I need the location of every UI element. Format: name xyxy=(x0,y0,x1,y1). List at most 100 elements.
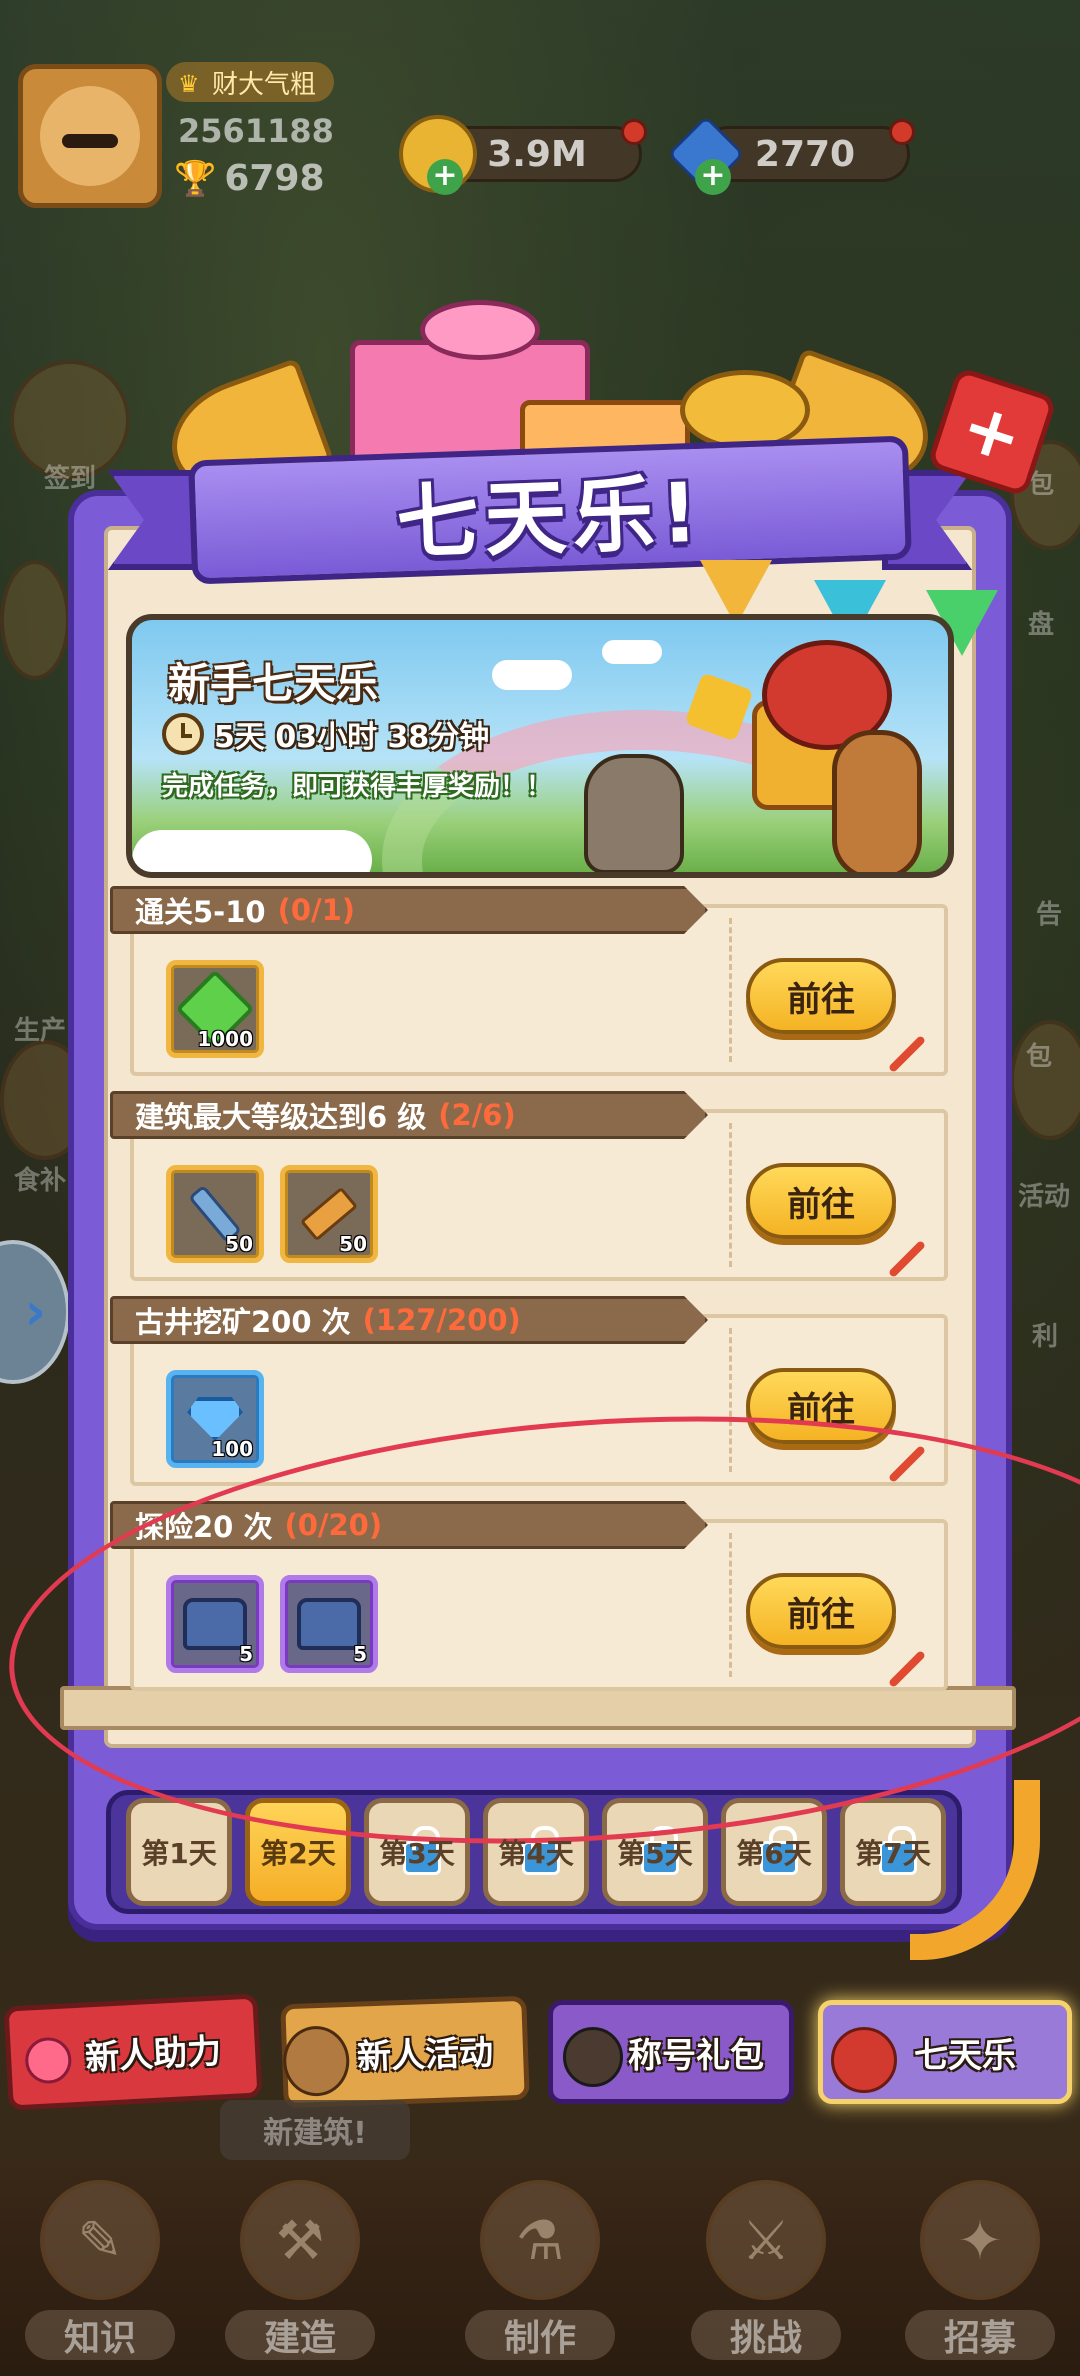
promo-label: 称号礼包 xyxy=(628,2035,764,2076)
go-button[interactable]: 前往 xyxy=(746,1163,896,1239)
side-label-produce: 生产 xyxy=(14,1016,67,1046)
promo-label: 新人活动 xyxy=(356,2032,494,2078)
nav-label: 知识 xyxy=(25,2310,175,2360)
gold-amount: 3.9M xyxy=(487,133,587,175)
corner-slash xyxy=(887,1239,927,1279)
task-name: 建筑最大等级达到6 级 xyxy=(135,1100,427,1134)
nav-knowledge[interactable]: ✎ 知识 xyxy=(10,2180,190,2370)
gem-amount: 2770 xyxy=(754,133,856,175)
card-icon: ✦ xyxy=(920,2180,1040,2300)
task-progress: (0/1) xyxy=(277,893,356,927)
nav-challenge[interactable]: ⚔ 挑战 xyxy=(676,2180,856,2370)
task-name: 通关5-10 xyxy=(135,895,266,929)
trophy-count: 6798 xyxy=(224,158,325,199)
cloud xyxy=(132,830,372,872)
tab-day-1[interactable]: 第1天 xyxy=(126,1798,232,1906)
cauldron-icon: ⚗ xyxy=(480,2180,600,2300)
nav-label: 挑战 xyxy=(691,2310,841,2360)
hero-description: 完成任务，即可获得丰厚奖励！！ xyxy=(162,772,553,802)
countdown-text: 5天 03小时 38分钟 xyxy=(214,720,490,755)
reward-item[interactable]: 1000 xyxy=(166,960,264,1058)
side-label-checkin: 签到 xyxy=(44,464,97,494)
reward-qty: 50 xyxy=(339,1232,367,1256)
gem-counter[interactable]: + 2770 xyxy=(667,115,915,195)
promo-newbie-event[interactable]: 新人活动 xyxy=(280,1995,530,2109)
crown-icon: ♛ xyxy=(178,70,200,98)
side-label-pack2: 包 xyxy=(1026,1042,1053,1072)
task-header: 通关5-10 (0/1) xyxy=(110,886,708,934)
side-bubble xyxy=(0,560,70,680)
nav-build[interactable]: ⚒ 建造 xyxy=(210,2180,390,2370)
player-title: 财大气粗 xyxy=(212,69,317,100)
hero-banner: 新手七天乐 5天 03小时 38分钟 完成任务，即可获得丰厚奖励！！ xyxy=(126,614,954,878)
add-gold-button[interactable]: + xyxy=(427,159,463,195)
side-label-wheel: 盘 xyxy=(1028,610,1055,640)
side-label-notice: 告 xyxy=(1036,900,1063,930)
corner-slash xyxy=(887,1034,927,1074)
task-row: 通关5-10 (0/1) 1000 前往 xyxy=(110,886,948,1076)
trophy-icon: 🏆 xyxy=(174,158,217,199)
task-progress: (127/200) xyxy=(362,1303,521,1337)
promo-newbie-help[interactable]: 新人助力 xyxy=(3,1993,263,2111)
bear-icon xyxy=(282,2024,351,2098)
cloud xyxy=(492,660,572,690)
day-label: 第5天 xyxy=(617,1837,693,1870)
notification-dot xyxy=(621,119,647,145)
reward-item[interactable]: 100 xyxy=(166,1370,264,1468)
bear-mascot-icon xyxy=(832,730,922,872)
reward-qty: 50 xyxy=(225,1232,253,1256)
day-label: 第1天 xyxy=(141,1837,217,1870)
nav-label: 制作 xyxy=(465,2310,615,2360)
gift-bow-icon xyxy=(420,300,540,360)
popup-title: 七天乐! xyxy=(395,465,706,571)
task-row: 建筑最大等级达到6 级 (2/6) 50 50 前往 xyxy=(110,1091,948,1281)
countdown-row: 5天 03小时 38分钟 xyxy=(162,712,489,756)
popup-banner: 七天乐! xyxy=(188,435,912,585)
notification-dot xyxy=(889,119,915,145)
promo-seven-day[interactable]: 七天乐 xyxy=(818,2000,1072,2104)
clock-icon xyxy=(162,713,204,755)
hero-title: 新手七天乐 xyxy=(168,659,379,708)
scroll-icon: ✎ xyxy=(40,2180,160,2300)
reward-item[interactable]: 50 xyxy=(280,1165,378,1263)
bear-face-icon xyxy=(40,86,140,186)
gold-pot-icon xyxy=(680,370,810,450)
new-building-tag: 新建筑! xyxy=(220,2100,410,2160)
task-progress: (2/6) xyxy=(438,1098,516,1132)
hammer-icon: ⚒ xyxy=(240,2180,360,2300)
side-label-food: 食补 xyxy=(14,1166,67,1196)
player-title-badge: ♛ 财大气粗 xyxy=(166,62,335,102)
nav-recruit[interactable]: ✦ 招募 xyxy=(890,2180,1070,2370)
promo-title-pack[interactable]: 称号礼包 xyxy=(548,2000,794,2104)
player-id: 2561188 xyxy=(178,112,334,150)
blue-diamond-icon xyxy=(187,1397,243,1441)
day-label: 第6天 xyxy=(736,1837,812,1870)
chevron-right-icon: › xyxy=(24,1282,46,1342)
day-label: 第7天 xyxy=(855,1837,931,1870)
clown-icon xyxy=(831,2027,897,2093)
cat-mascot-icon xyxy=(584,754,684,872)
trophy-row: 🏆 6798 xyxy=(174,158,325,199)
day-label: 第3天 xyxy=(379,1837,455,1870)
reward-item[interactable]: 50 xyxy=(166,1165,264,1263)
crossed-swords-icon: ⚔ xyxy=(706,2180,826,2300)
task-header: 古井挖矿200 次 (127/200) xyxy=(110,1296,708,1344)
close-icon: + xyxy=(951,383,1033,481)
player-avatar[interactable] xyxy=(18,64,162,208)
nav-label: 建造 xyxy=(225,2310,375,2360)
reward-qty: 100 xyxy=(211,1437,253,1461)
cat-icon xyxy=(563,2027,623,2087)
side-label-benefit: 利 xyxy=(1032,1322,1059,1352)
task-header: 建筑最大等级达到6 级 (2/6) xyxy=(110,1091,708,1139)
task-name: 古井挖矿200 次 xyxy=(135,1305,351,1339)
nav-craft[interactable]: ⚗ 制作 xyxy=(450,2180,630,2370)
promo-label: 新人助力 xyxy=(84,2030,223,2078)
flower-icon xyxy=(24,2036,73,2085)
go-button[interactable]: 前往 xyxy=(746,958,896,1034)
add-gem-button[interactable]: + xyxy=(695,159,731,195)
side-label-event: 活动 xyxy=(1018,1182,1071,1212)
reward-qty: 1000 xyxy=(197,1027,253,1051)
gold-counter[interactable]: + 3.9M xyxy=(399,115,647,195)
cloud xyxy=(602,640,662,664)
promo-label: 七天乐 xyxy=(914,2035,1016,2076)
